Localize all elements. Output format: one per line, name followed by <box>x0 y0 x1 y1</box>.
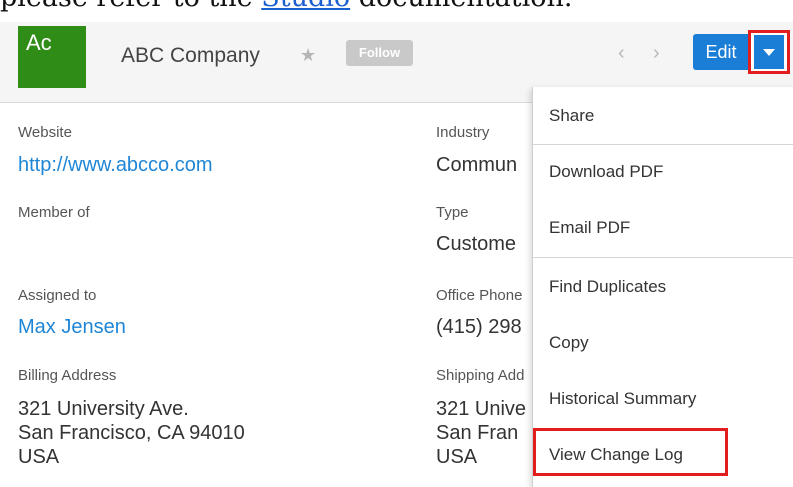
type-label: Type <box>436 204 469 221</box>
caret-down-icon[interactable] <box>754 35 784 69</box>
shipping-address-value: 321 Unive San Fran USA <box>436 397 526 469</box>
star-icon[interactable]: ★ <box>300 45 316 66</box>
menu-item-email-pdf[interactable]: Email PDF <box>533 199 793 257</box>
menu-item-download-pdf[interactable]: Download PDF <box>533 143 793 201</box>
billing-address-label: Billing Address <box>18 367 117 384</box>
industry-value: Commun <box>436 154 518 176</box>
avatar: Ac <box>18 26 86 88</box>
billing-address-value: 321 University Ave. San Francisco, CA 94… <box>18 397 245 469</box>
record-title: ABC Company <box>121 44 260 67</box>
billing-line-1: 321 University Ave. <box>18 398 189 420</box>
type-value: Custome <box>436 233 517 255</box>
assigned-to-label: Assigned to <box>18 287 97 304</box>
billing-line-3: USA <box>18 446 60 468</box>
member-of-label: Member of <box>18 204 90 221</box>
menu-item-historical-summary[interactable]: Historical Summary <box>533 370 793 428</box>
shipping-line-2: San Fran <box>436 422 519 444</box>
website-label: Website <box>18 124 72 141</box>
studio-doc-link[interactable]: Studio <box>261 0 350 13</box>
shipping-address-label: Shipping Add <box>436 367 525 384</box>
website-link[interactable]: http://www.abcco.com <box>18 154 213 177</box>
office-phone-value: (415) 298 <box>436 316 522 338</box>
menu-item-copy[interactable]: Copy <box>533 314 793 372</box>
menu-item-find-duplicates[interactable]: Find Duplicates <box>533 258 793 316</box>
doc-text: please refer to the Studio documentation… <box>0 0 793 22</box>
edit-button[interactable]: Edit <box>693 34 749 70</box>
view-change-log-highlight <box>533 428 728 476</box>
shipping-line-1: 321 Unive <box>436 398 527 420</box>
chevron-right-icon[interactable]: › <box>653 42 660 65</box>
office-phone-label: Office Phone <box>436 287 523 304</box>
assigned-to-link[interactable]: Max Jensen <box>18 316 126 339</box>
doc-text-prefix: please refer to the <box>0 0 261 13</box>
actions-dropdown-menu: Share Download PDF Email PDF Find Duplic… <box>532 87 793 487</box>
doc-text-suffix: documentation. <box>350 0 573 13</box>
shipping-line-3: USA <box>436 446 478 468</box>
follow-button[interactable]: Follow <box>346 40 413 66</box>
industry-label: Industry <box>436 124 490 141</box>
chevron-left-icon[interactable]: ‹ <box>618 42 625 65</box>
billing-line-2: San Francisco, CA 94010 <box>18 422 245 444</box>
menu-item-share[interactable]: Share <box>533 87 793 145</box>
actions-dropdown-toggle-highlight <box>748 30 790 74</box>
